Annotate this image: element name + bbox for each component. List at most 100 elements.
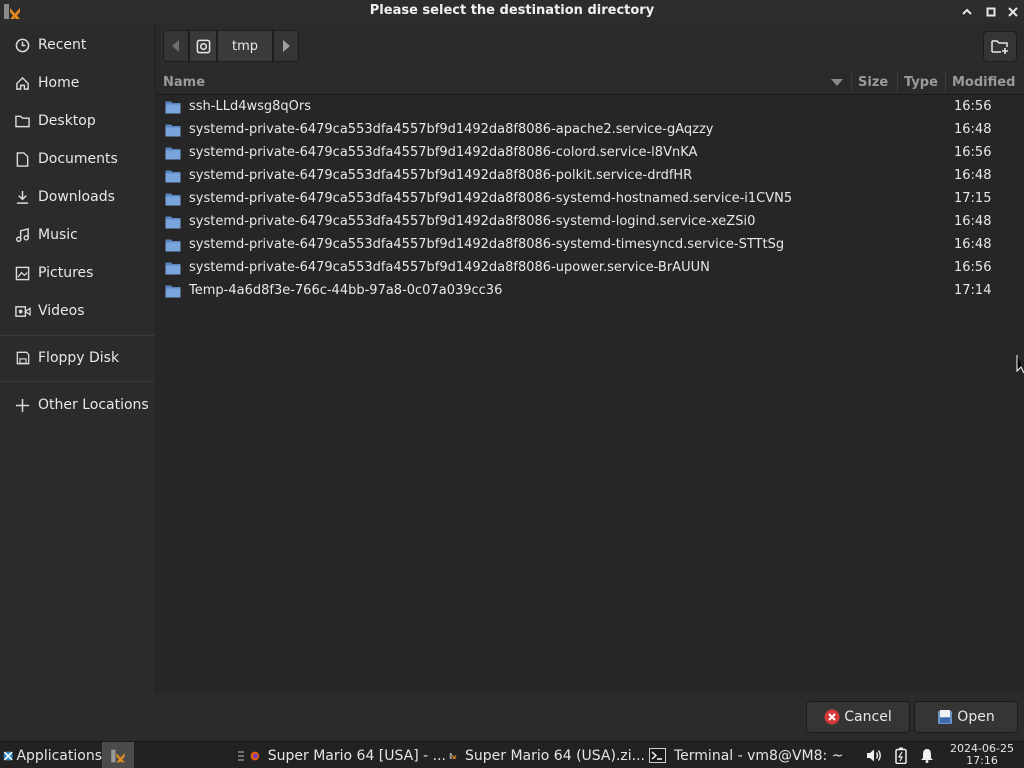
file-row[interactable]: systemd-private-6479ca553dfa4557bf9d1492…: [157, 234, 1024, 257]
file-modified: 16:56: [954, 99, 992, 114]
sidebar-item-label: Home: [38, 75, 80, 91]
close-icon: [1008, 6, 1018, 17]
file-row[interactable]: systemd-private-6479ca553dfa4557bf9d1492…: [157, 119, 1024, 142]
folder-icon: [165, 101, 181, 114]
cancel-icon: [824, 709, 840, 725]
file-row[interactable]: Temp-4a6d8f3e-766c-44bb-97a8-0c07a039cc3…: [157, 280, 1024, 303]
file-row[interactable]: systemd-private-6479ca553dfa4557bf9d1492…: [157, 211, 1024, 234]
file-name: systemd-private-6479ca553dfa4557bf9d1492…: [189, 122, 714, 137]
sidebar-item-desktop[interactable]: Desktop: [0, 104, 155, 138]
file-modified: 16:56: [954, 145, 992, 160]
sidebar-item-other-locations[interactable]: Other Locations: [0, 388, 155, 422]
sidebar-item-home[interactable]: Home: [0, 66, 155, 100]
file-rows: ssh-LLd4wsg8qOrs 16:56 systemd-private-647…: [157, 96, 1024, 303]
clock-icon: [14, 37, 31, 54]
bell-icon: [921, 749, 933, 763]
cancel-button-label: Cancel: [844, 709, 892, 725]
cancel-button[interactable]: Cancel: [806, 701, 910, 733]
column-separator: [945, 72, 946, 93]
sidebar-item-label: Downloads: [38, 189, 115, 205]
file-name: systemd-private-6479ca553dfa4557bf9d1492…: [189, 214, 756, 229]
folder-icon: [14, 113, 31, 130]
path-segment-current[interactable]: tmp: [217, 30, 273, 62]
sidebar-item-music[interactable]: Music: [0, 218, 155, 252]
battery-button[interactable]: [893, 742, 909, 768]
file-name: systemd-private-6479ca553dfa4557bf9d1492…: [189, 145, 698, 160]
plus-icon: [14, 397, 31, 414]
clock[interactable]: 2024-06-25 17:16: [946, 743, 1018, 767]
sidebar-item-videos[interactable]: Videos: [0, 294, 155, 328]
sidebar-item-label: Pictures: [38, 265, 94, 281]
file-modified: 17:15: [954, 191, 992, 206]
applications-menu[interactable]: Applications: [2, 742, 102, 768]
path-bar: tmp: [163, 30, 299, 62]
chevron-right-icon: [283, 40, 290, 52]
file-name: systemd-private-6479ca553dfa4557bf9d1492…: [189, 260, 710, 275]
firefox-icon: [250, 751, 260, 760]
sidebar-separator: [0, 381, 155, 382]
path-root-button[interactable]: [189, 30, 217, 62]
file-name: systemd-private-6479ca553dfa4557bf9d1492…: [189, 168, 693, 183]
xfce-logo-icon: [3, 750, 13, 761]
folder-icon: [165, 216, 181, 229]
sidebar-item-label: Documents: [38, 151, 118, 167]
sidebar-item-pictures[interactable]: Pictures: [0, 256, 155, 290]
handle-icon: [238, 751, 244, 760]
column-header-size[interactable]: Size: [858, 70, 888, 95]
dialog-action-bar: Cancel Open: [0, 693, 1024, 741]
volume-button[interactable]: [864, 742, 884, 768]
task-label: Super Mario 64 (USA).zi...: [465, 747, 645, 764]
file-row[interactable]: systemd-private-6479ca553dfa4557bf9d1492…: [157, 257, 1024, 280]
battery-icon: [895, 747, 907, 764]
path-forward-button[interactable]: [273, 30, 299, 62]
column-headers: Name Size Type Modified: [157, 70, 1024, 95]
open-button[interactable]: Open: [914, 701, 1018, 733]
task-terminal[interactable]: Terminal - vm8@VM8: ~: [649, 742, 845, 768]
chevron-left-icon: [172, 40, 179, 52]
column-header-type[interactable]: Type: [904, 70, 938, 95]
drive-icon: [196, 39, 210, 53]
minimize-button[interactable]: [958, 3, 976, 20]
close-button[interactable]: [1004, 3, 1022, 20]
task-super-mario-firefox[interactable]: Super Mario 64 [USA] - ...: [250, 742, 446, 768]
new-folder-button[interactable]: [983, 31, 1017, 62]
video-icon: [14, 303, 31, 320]
file-row[interactable]: ssh-LLd4wsg8qOrs 16:56: [157, 96, 1024, 119]
task-label: Super Mario 64 [USA] - ...: [267, 747, 446, 764]
file-name: systemd-private-6479ca553dfa4557bf9d1492…: [189, 191, 793, 206]
sidebar-item-downloads[interactable]: Downloads: [0, 180, 155, 214]
notifications-button[interactable]: [918, 742, 936, 768]
file-row[interactable]: systemd-private-6479ca553dfa4557bf9d1492…: [157, 165, 1024, 188]
chevron-up-icon: [962, 8, 972, 15]
sidebar-item-floppy-disk[interactable]: Floppy Disk: [0, 341, 155, 375]
sidebar-item-recent[interactable]: Recent: [0, 28, 155, 62]
sidebar-item-label: Videos: [38, 303, 85, 319]
open-button-label: Open: [957, 709, 995, 725]
file-name: Temp-4a6d8f3e-766c-44bb-97a8-0c07a039cc3…: [189, 283, 503, 298]
task-super-mario-zip[interactable]: Super Mario 64 (USA).zi...: [449, 742, 645, 768]
file-modified: 17:14: [954, 283, 992, 298]
file-modified: 16:48: [954, 237, 992, 252]
file-modified: 16:48: [954, 214, 992, 229]
sidebar-item-label: Other Locations: [38, 397, 149, 413]
column-header-modified[interactable]: Modified: [952, 70, 1015, 95]
taskbar-app-button[interactable]: [102, 742, 134, 768]
sidebar-item-documents[interactable]: Documents: [0, 142, 155, 176]
folder-icon: [165, 193, 181, 206]
file-list: Name Size Type Modified ssh-LLd4wsg8qOrs…: [157, 70, 1024, 693]
file-modified: 16:48: [954, 168, 992, 183]
taskbar: Applications Super Mario 64 [USA] - ... …: [0, 741, 1024, 768]
path-back-button[interactable]: [163, 30, 189, 62]
terminal-icon: [649, 748, 666, 763]
music-icon: [14, 227, 31, 244]
maximize-icon: [986, 7, 996, 16]
file-row[interactable]: systemd-private-6479ca553dfa4557bf9d1492…: [157, 142, 1024, 165]
column-header-name[interactable]: Name: [163, 70, 205, 95]
volume-icon: [866, 749, 881, 762]
sidebar-item-label: Floppy Disk: [38, 350, 120, 366]
file-row[interactable]: systemd-private-6479ca553dfa4557bf9d1492…: [157, 188, 1024, 211]
maximize-button[interactable]: [982, 3, 1000, 20]
places-sidebar: Recent Home Desktop Documents Downloads …: [0, 23, 156, 693]
folder-icon: [165, 124, 181, 137]
document-icon: [14, 151, 31, 168]
